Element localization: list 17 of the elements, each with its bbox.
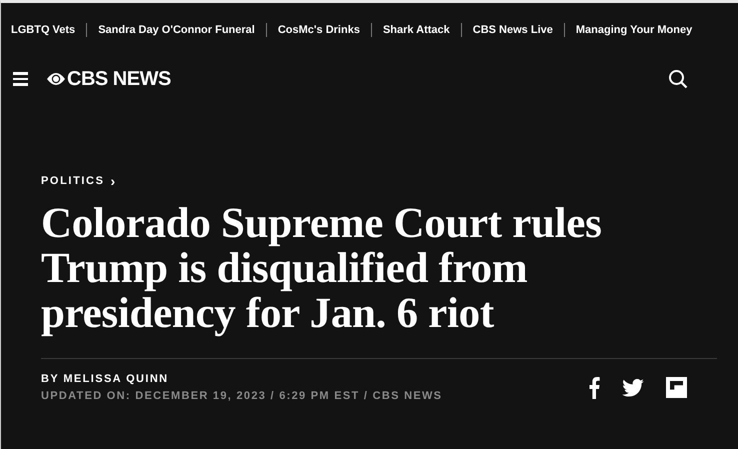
topic-link[interactable]: CBS News Live bbox=[462, 24, 564, 36]
menu-icon[interactable] bbox=[13, 72, 28, 86]
topic-link[interactable]: Managing Your Money bbox=[564, 24, 704, 36]
topic-link[interactable]: Shark Attack bbox=[372, 24, 461, 36]
topic-link[interactable]: CosMc's Drinks bbox=[266, 24, 371, 36]
logo[interactable]: CBS NEWS bbox=[46, 68, 171, 90]
headline: Colorado Supreme Court rules Trump is disqualified from presidency for Jan. 6 riot bbox=[41, 201, 603, 336]
section-link[interactable]: POLITICS › bbox=[41, 173, 117, 189]
bird-icon[interactable] bbox=[622, 378, 644, 396]
flipboard-icon[interactable] bbox=[666, 377, 687, 398]
eye-icon bbox=[46, 71, 66, 87]
search-icon[interactable] bbox=[668, 69, 688, 89]
topic-link[interactable]: LGBTQ Vets bbox=[11, 24, 86, 36]
topic-link[interactable]: Sandra Day O'Connor Funeral bbox=[87, 24, 266, 36]
facebook-icon[interactable] bbox=[588, 376, 600, 398]
byline: BY MELISSA QUINN bbox=[41, 373, 170, 385]
updated-date: UPDATED ON: DECEMBER 19, 2023 / 6:29 PM EST / CBS NEWS bbox=[41, 390, 442, 402]
